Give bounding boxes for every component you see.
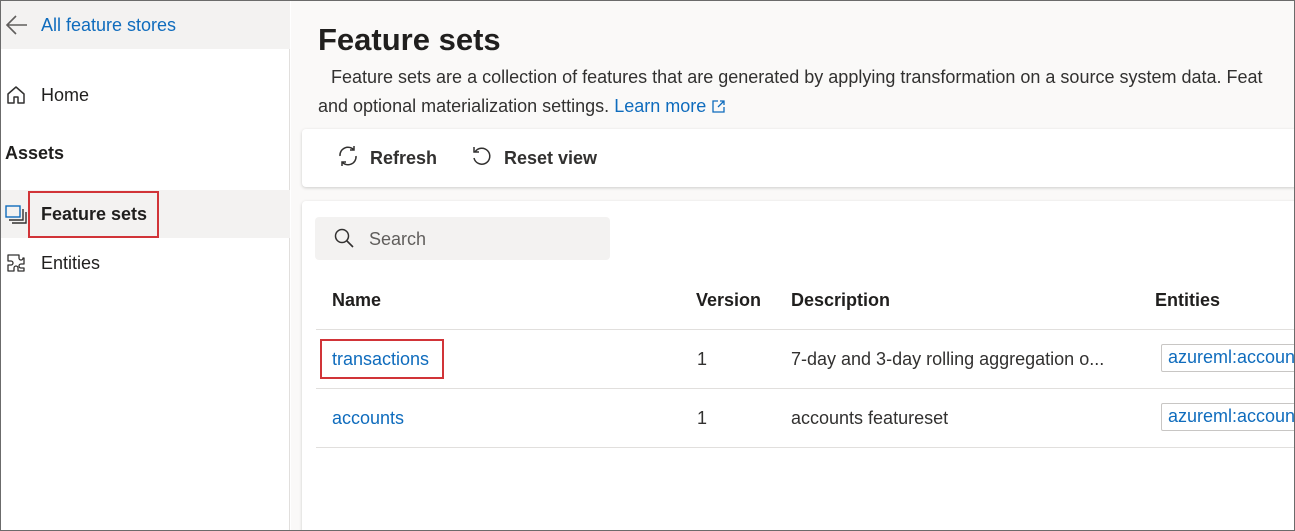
feature-sets-list-card: Name Version Description Entities transa… xyxy=(302,201,1294,530)
back-link-label: All feature stores xyxy=(41,15,177,35)
search-box[interactable] xyxy=(315,217,610,260)
sidebar-item-entities[interactable]: Entities xyxy=(1,239,290,287)
refresh-icon xyxy=(336,144,360,173)
search-input[interactable] xyxy=(369,227,599,251)
table-divider xyxy=(316,388,1294,389)
table-divider xyxy=(316,447,1294,448)
learn-more-label: Learn more xyxy=(614,96,707,116)
external-link-icon xyxy=(712,93,725,113)
app-frame: All feature stores Home Assets Feature s… xyxy=(0,0,1295,531)
command-bar: Refresh Reset view xyxy=(302,129,1294,187)
reset-view-icon xyxy=(470,144,494,173)
entities-icon xyxy=(5,252,27,274)
version-cell: 1 xyxy=(697,408,708,428)
search-icon xyxy=(333,227,355,249)
description-line-2-text: and optional materialization settings. xyxy=(318,96,610,116)
column-header-version[interactable]: Version xyxy=(696,290,761,311)
entity-tag[interactable]: azureml:accoun xyxy=(1161,403,1294,431)
column-header-description[interactable]: Description xyxy=(791,290,890,311)
home-icon xyxy=(5,84,27,106)
sidebar-item-label: Feature sets xyxy=(41,204,148,224)
page-title: Feature sets xyxy=(318,22,501,57)
main-content: Feature sets Feature sets are a collecti… xyxy=(291,1,1294,530)
description-cell: accounts featureset xyxy=(791,408,949,428)
version-cell: 1 xyxy=(697,349,708,369)
feature-sets-icon xyxy=(5,203,27,225)
sidebar-item-label: Entities xyxy=(41,253,101,273)
sidebar-item-label: Home xyxy=(41,85,90,105)
feature-set-name-link[interactable]: accounts xyxy=(332,408,404,429)
reset-view-button[interactable]: Reset view xyxy=(470,144,597,172)
description-cell: 7-day and 3-day rolling aggregation o... xyxy=(791,349,1105,369)
sidebar-section-assets: Assets xyxy=(5,143,65,163)
column-header-name[interactable]: Name xyxy=(332,290,381,311)
table-divider xyxy=(316,329,1294,330)
refresh-button[interactable]: Refresh xyxy=(336,144,437,172)
back-to-feature-stores-link[interactable]: All feature stores xyxy=(1,1,290,49)
description-line-2: and optional materialization settings. L… xyxy=(318,92,1294,121)
reset-view-label: Reset view xyxy=(504,147,598,168)
page-description: Feature sets are a collection of feature… xyxy=(318,63,1294,121)
learn-more-link[interactable]: Learn more xyxy=(614,96,725,116)
card-clip: Name Version Description Entities transa… xyxy=(302,201,1294,530)
feature-set-name-link[interactable]: transactions xyxy=(332,349,429,370)
column-header-entities[interactable]: Entities xyxy=(1155,290,1220,311)
refresh-label: Refresh xyxy=(370,147,438,168)
entity-tag[interactable]: azureml:accoun xyxy=(1161,344,1294,372)
sidebar: All feature stores Home Assets Feature s… xyxy=(1,1,290,530)
sidebar-item-feature-sets[interactable]: Feature sets xyxy=(1,190,290,238)
description-line-1: Feature sets are a collection of feature… xyxy=(331,67,1263,87)
back-arrow-icon xyxy=(5,14,29,36)
sidebar-item-home[interactable]: Home xyxy=(1,71,290,119)
